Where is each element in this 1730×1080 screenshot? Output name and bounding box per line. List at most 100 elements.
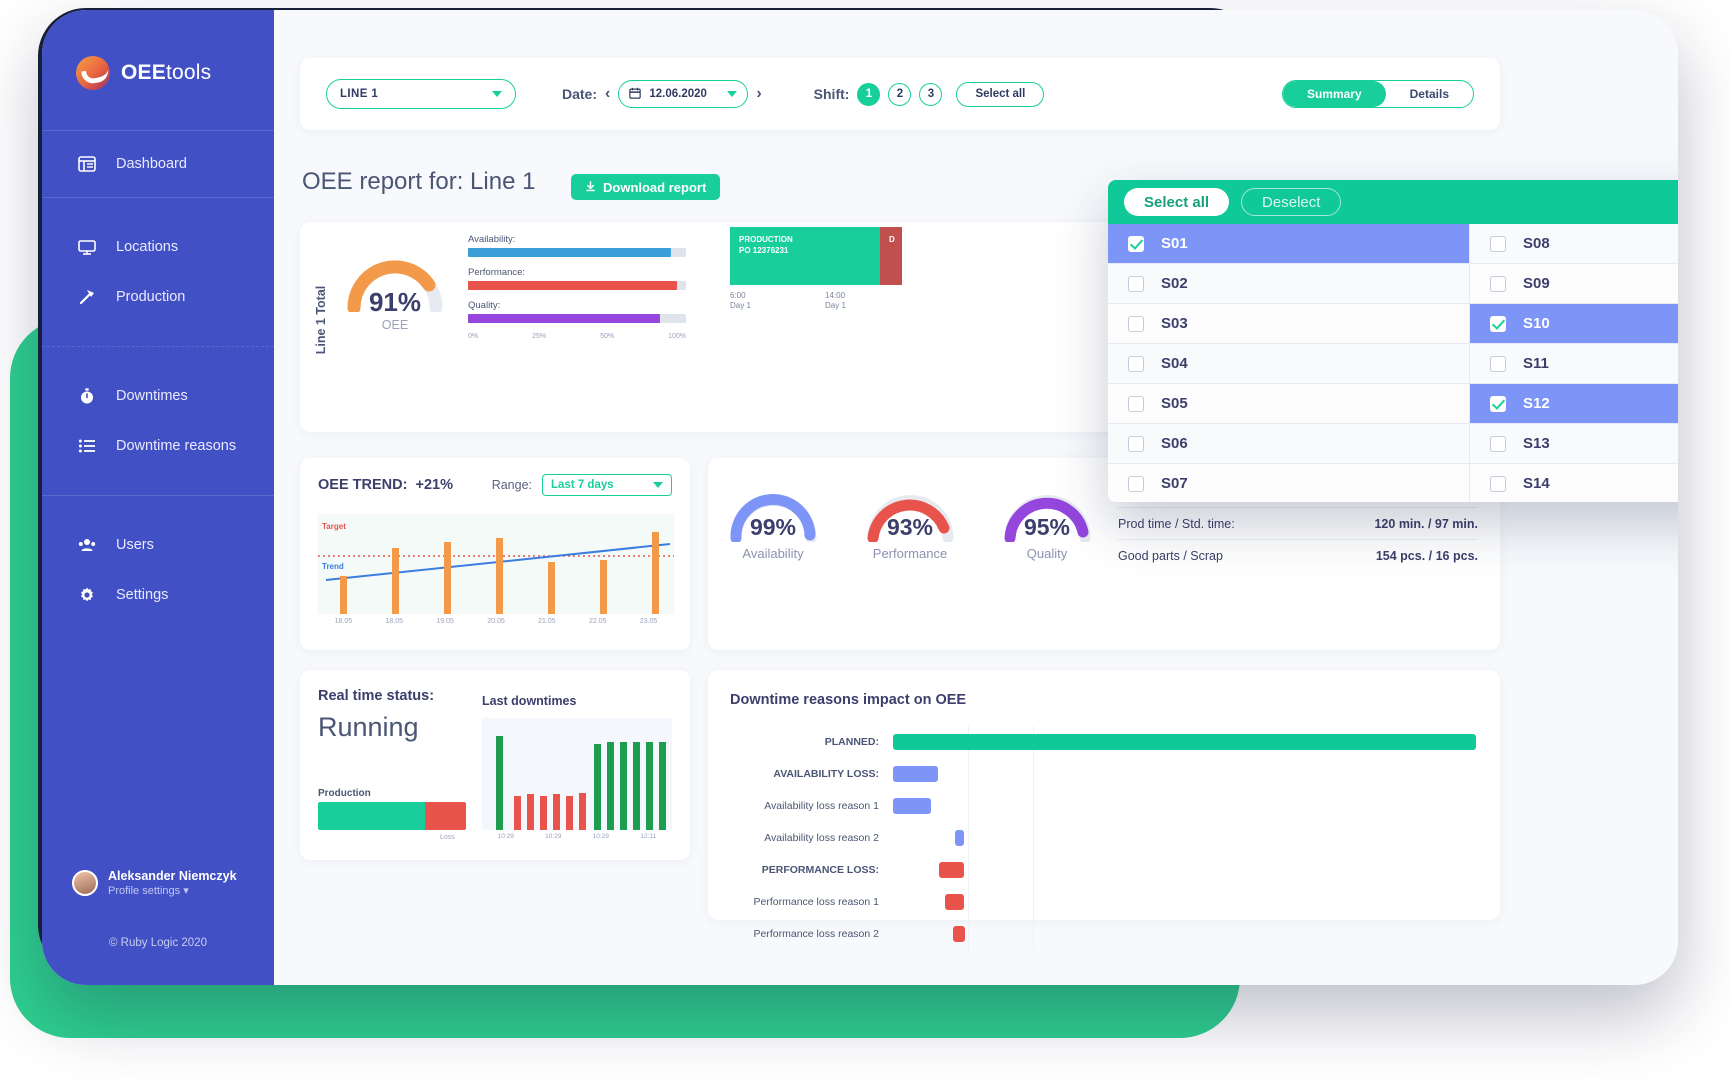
- list-item[interactable]: S03: [1108, 304, 1469, 344]
- list-item[interactable]: S01: [1108, 224, 1469, 264]
- list-item-label: S13: [1523, 435, 1550, 452]
- list-item[interactable]: S02: [1108, 264, 1469, 304]
- brand-logo-area: OEEtools: [42, 10, 274, 130]
- x-tick: 10:29: [545, 833, 562, 840]
- sidebar-item-users[interactable]: Users: [42, 520, 274, 570]
- list-item[interactable]: S11: [1470, 344, 1678, 384]
- reason-track: [893, 854, 1500, 886]
- last-downtimes-title: Last downtimes: [482, 694, 577, 708]
- x-tick: 21.05: [538, 618, 556, 625]
- list-item[interactable]: S04: [1108, 344, 1469, 384]
- checkbox[interactable]: [1128, 275, 1144, 292]
- tab-summary[interactable]: Summary: [1282, 81, 1386, 107]
- downtime-bar: [527, 794, 534, 830]
- timeline-block-production[interactable]: PRODUCTION PO 12376231: [730, 227, 880, 285]
- list-item[interactable]: S13: [1470, 424, 1678, 464]
- reason-track: [893, 918, 1500, 950]
- performance-gauge-value: 93%: [886, 514, 934, 540]
- sidebar-item-production[interactable]: Production: [42, 272, 274, 322]
- reason-bar: [893, 734, 1476, 750]
- checkbox[interactable]: [1490, 435, 1506, 452]
- checkbox[interactable]: [1490, 235, 1506, 252]
- sidebar-item-dashboard[interactable]: Dashboard: [42, 139, 274, 189]
- checkbox[interactable]: [1128, 235, 1144, 252]
- axis-tick: 25%: [532, 333, 547, 340]
- date-picker[interactable]: 12.06.2020: [618, 80, 749, 108]
- downtime-bar: [553, 794, 560, 830]
- timeline-block-downtime[interactable]: D: [880, 227, 902, 285]
- x-tick: 18.05: [385, 618, 404, 625]
- gear-icon: [76, 584, 98, 606]
- last-downtimes-axis: 10:29 10:29 10:29 12:11: [482, 833, 672, 840]
- axis-tick: 0%: [468, 333, 479, 340]
- stat-value: 154 pcs. / 16 pcs.: [1375, 549, 1478, 563]
- downtime-bar: [514, 796, 521, 830]
- checkbox[interactable]: [1490, 475, 1506, 492]
- realtime-status-card: Real time status: Running Production Los…: [300, 670, 690, 860]
- x-tick: 12:11: [640, 833, 657, 840]
- checkbox[interactable]: [1490, 275, 1506, 292]
- list-item-label: S04: [1161, 355, 1188, 372]
- sidebar-item-downtime-reasons[interactable]: Downtime reasons: [42, 421, 274, 471]
- downtime-bar: [566, 796, 573, 830]
- modal-select-all-button[interactable]: Select all: [1124, 188, 1230, 216]
- x-tick: 18.05: [334, 618, 353, 625]
- list-item[interactable]: S07: [1108, 464, 1469, 502]
- timeline-tick-day: Day 1: [825, 301, 846, 311]
- sidebar-item-downtimes[interactable]: Downtimes: [42, 371, 274, 421]
- line-select[interactable]: LINE 1: [326, 79, 516, 109]
- timeline-block-title: D: [889, 235, 895, 244]
- prev-date-button[interactable]: ‹: [605, 85, 610, 103]
- checkbox[interactable]: [1490, 395, 1506, 412]
- shift-button-3[interactable]: 3: [919, 82, 943, 106]
- checkbox[interactable]: [1128, 315, 1144, 332]
- list-item[interactable]: S10: [1470, 304, 1678, 344]
- checkbox[interactable]: [1128, 435, 1144, 452]
- list-item[interactable]: S08: [1470, 224, 1678, 264]
- list-item-label: S07: [1161, 475, 1188, 492]
- list-item[interactable]: S14: [1470, 464, 1678, 502]
- timeline-block-title: PRODUCTION: [739, 235, 793, 244]
- page-title: OEE report for: Line 1: [302, 168, 536, 195]
- next-date-button[interactable]: ›: [756, 85, 761, 103]
- modal-deselect-button[interactable]: Deselect: [1241, 188, 1342, 216]
- list-item[interactable]: S06: [1108, 424, 1469, 464]
- sidebar-item-settings[interactable]: Settings: [42, 570, 274, 620]
- oee-gauge-caption: OEE: [381, 318, 409, 332]
- x-tick: 20.05: [487, 618, 505, 625]
- trend-bar: [340, 576, 347, 614]
- list-item[interactable]: S09: [1470, 264, 1678, 304]
- list-item-label: S08: [1523, 235, 1550, 252]
- availability-bar-group: Availability:: [468, 234, 686, 257]
- checkbox[interactable]: [1128, 395, 1144, 412]
- profile-info: Aleksander Niemczyk Profile settings ▾: [108, 869, 237, 897]
- checkbox[interactable]: [1128, 475, 1144, 492]
- select-all-shifts-button[interactable]: Select all: [956, 81, 1045, 107]
- downtime-bar: [607, 742, 614, 830]
- shift-button-2[interactable]: 2: [888, 82, 912, 106]
- checkbox[interactable]: [1128, 355, 1144, 372]
- profile-settings[interactable]: Aleksander Niemczyk Profile settings ▾: [42, 869, 237, 897]
- list-item[interactable]: S12: [1470, 384, 1678, 424]
- sidebar-item-locations[interactable]: Locations: [42, 222, 274, 272]
- checkbox[interactable]: [1490, 355, 1506, 372]
- loss-portion: [424, 802, 466, 830]
- downtime-reason-row: Performance loss reason 1: [708, 886, 1500, 918]
- shift-button-1[interactable]: 1: [857, 82, 881, 106]
- realtime-status-value: Running: [318, 712, 419, 742]
- quality-gauge-caption: Quality: [1026, 546, 1068, 561]
- checkbox[interactable]: [1490, 315, 1506, 332]
- download-report-button[interactable]: Download report: [571, 174, 721, 200]
- timeline-tick-day: Day 1: [730, 301, 751, 311]
- trend-bar: [600, 560, 607, 614]
- tab-details[interactable]: Details: [1386, 81, 1473, 107]
- list-item-label: S09: [1523, 275, 1550, 292]
- main-content: LINE 1 Date: ‹ 12.06.2020 › Shift: 1 2 3…: [274, 10, 1678, 985]
- range-select[interactable]: Last 7 days: [542, 474, 672, 496]
- list-item[interactable]: S05: [1108, 384, 1469, 424]
- dashboard-icon: [76, 153, 98, 175]
- reason-track: [893, 790, 1500, 822]
- trend-bar: [548, 562, 555, 614]
